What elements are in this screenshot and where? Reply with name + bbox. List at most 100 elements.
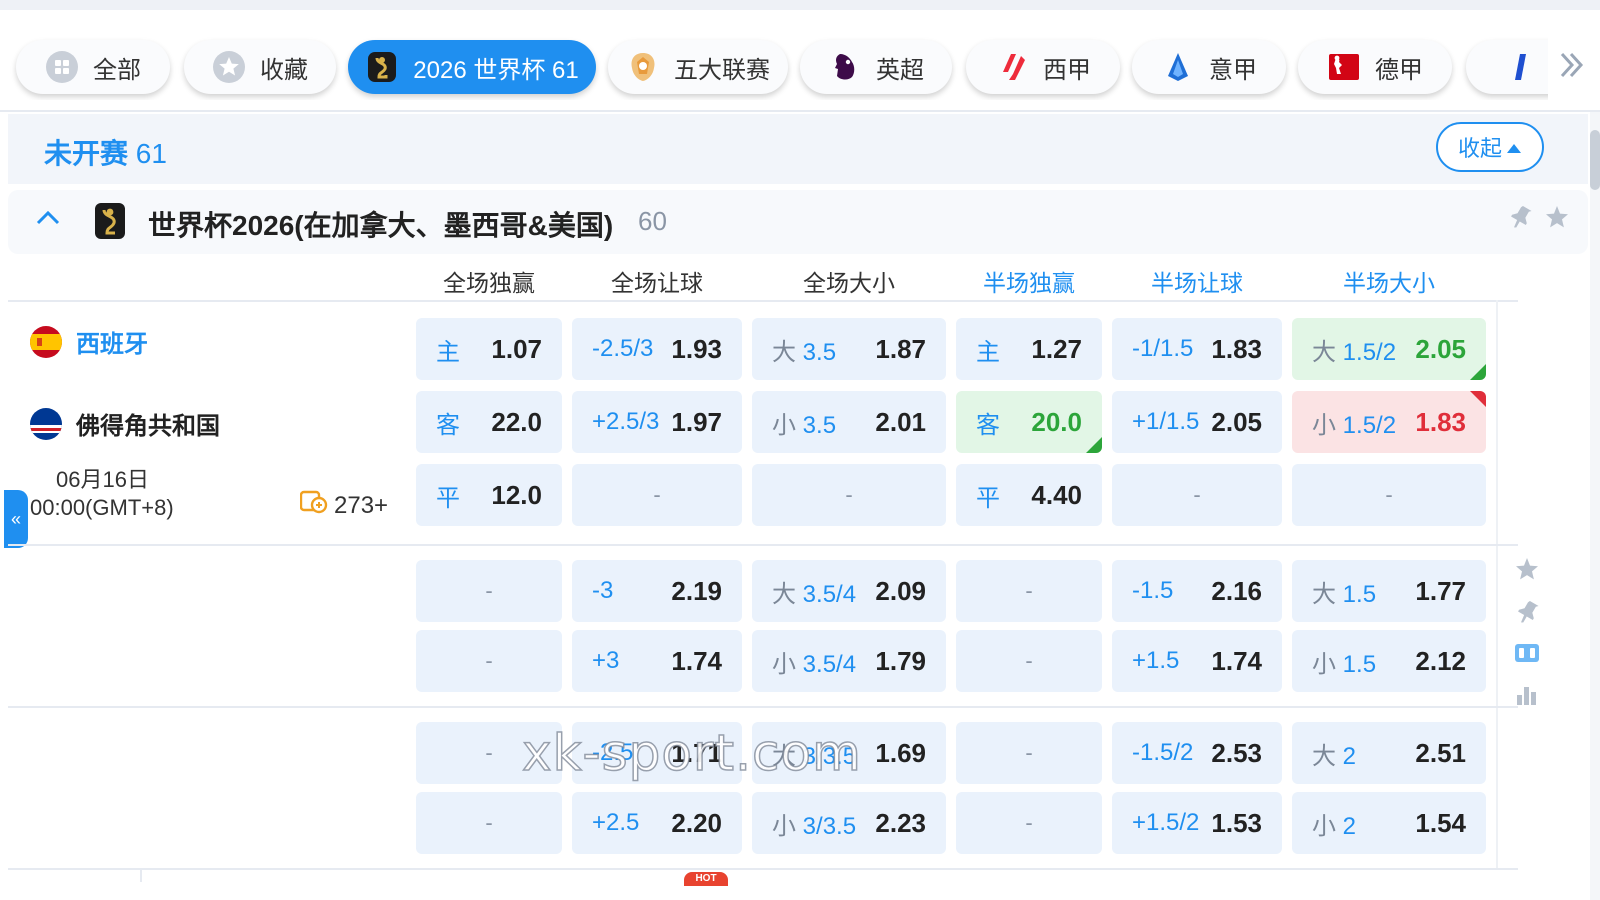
odds-value: 1.07 <box>491 333 542 364</box>
tab-bundesliga[interactable]: 德甲 <box>1298 40 1452 94</box>
odds-cell-ht-handicap[interactable]: +1.5 1.74 <box>1112 630 1282 692</box>
section-header-upcoming: 未开赛 61 收起 <box>8 114 1588 184</box>
odds-cell-ht-over-under[interactable]: 小 1.5/2 1.83 <box>1292 391 1486 453</box>
odds-cell-ht-1x2[interactable]: 平 4.40 <box>956 464 1102 526</box>
odds-cell-ft-handicap[interactable]: +2.5/3 1.97 <box>572 391 742 453</box>
odds-cell-ht-handicap[interactable]: +1/1.5 2.05 <box>1112 391 1282 453</box>
column-header-ft-handicap: 全场让球 <box>611 270 703 296</box>
divider <box>140 870 142 882</box>
odds-value: 2.12 <box>1415 645 1466 676</box>
scrollbar[interactable] <box>1590 112 1600 900</box>
odds-cell-ft-1x2[interactable]: 主 1.07 <box>416 318 562 380</box>
odds-label: +2.5/3 <box>592 408 660 435</box>
section-title: 未开赛 61 <box>44 132 167 172</box>
odds-value: 1.83 <box>1415 406 1466 437</box>
odds-cell-ht-handicap[interactable]: -1/1.5 1.83 <box>1112 318 1282 380</box>
odds-cell-ht-handicap[interactable]: -1.5 2.16 <box>1112 560 1282 622</box>
odds-cell-ft-1x2: - <box>416 560 562 622</box>
side-panel-toggle[interactable]: « <box>4 490 28 548</box>
away-team[interactable]: 佛得角共和国 <box>30 406 220 441</box>
tab-world-cup-2026[interactable]: 2026 世界杯 61 <box>348 40 596 94</box>
tab-all[interactable]: 全部 <box>16 40 170 94</box>
odds-cell-ht-over-under[interactable]: 小 1.5 2.12 <box>1292 630 1486 692</box>
pin-icon[interactable] <box>1508 204 1532 235</box>
odds-cell-ht-over-under[interactable]: 大 1.5/2 2.05 <box>1292 318 1486 380</box>
spain-flag-icon <box>30 325 62 358</box>
odds-value: 22.0 <box>491 406 542 437</box>
odds-cell-ft-1x2[interactable]: 平 12.0 <box>416 464 562 526</box>
match-date-time: 00:00(GMT+8) <box>30 495 174 520</box>
odds-cell-ht-handicap[interactable]: +1.5/2 1.53 <box>1112 792 1282 854</box>
odds-label: 小 3.5 <box>772 405 836 440</box>
tab-label: 2026 世界杯 61 <box>413 56 579 84</box>
odds-cell-ht-handicap[interactable]: -1.5/2 2.53 <box>1112 722 1282 784</box>
odds-value: 1.74 <box>671 645 722 676</box>
star-icon[interactable] <box>1514 556 1540 587</box>
odds-cell-ht-over-under[interactable]: 大 1.5 1.77 <box>1292 560 1486 622</box>
tab-label: 收藏 <box>260 56 308 84</box>
odds-cell-ht-1x2: - <box>956 630 1102 692</box>
chevron-up-icon[interactable] <box>34 204 62 239</box>
tab-serie-a[interactable]: 意甲 <box>1132 40 1286 94</box>
odds-cell-ht-over-under[interactable]: 小 2 1.54 <box>1292 792 1486 854</box>
pin-icon[interactable] <box>1515 599 1539 630</box>
odds-cell-ft-over-under[interactable]: 大 3.5/4 2.09 <box>752 560 946 622</box>
odds-label: -1.5 <box>1132 577 1174 604</box>
tab-five-leagues[interactable]: 五大联赛 <box>608 40 788 94</box>
odds-value: 1.53 <box>1211 807 1262 838</box>
more-markets-link[interactable]: 273+ <box>299 490 388 521</box>
odds-line: 1.5 <box>1342 580 1377 608</box>
star-icon[interactable] <box>1544 204 1570 235</box>
odds-cell-ft-over-under[interactable]: 小 3/3.5 2.23 <box>752 792 946 854</box>
empty-odds: - <box>485 648 493 673</box>
tab-favorites[interactable]: 收藏 <box>184 40 336 94</box>
home-team[interactable]: 西班牙 <box>30 324 148 359</box>
star-icon <box>212 50 246 84</box>
odds-value: 4.40 <box>1031 479 1082 510</box>
odds-cell-ft-1x2[interactable]: 客 22.0 <box>416 391 562 453</box>
empty-odds: - <box>845 482 853 507</box>
divider <box>8 544 1518 546</box>
odds-value: 1.83 <box>1211 333 1262 364</box>
odds-cell-ft-1x2: - <box>416 630 562 692</box>
odds-cell-ht-1x2[interactable]: 客 20.0 <box>956 391 1102 453</box>
odds-cell-ft-over-under[interactable]: 小 3.5 2.01 <box>752 391 946 453</box>
odds-value: 2.09 <box>875 575 926 606</box>
tab-ligue-1-partial[interactable] <box>1466 40 1548 94</box>
odds-label: -2.5/3 <box>592 335 654 362</box>
odds-cell-ft-handicap[interactable]: +3 1.74 <box>572 630 742 692</box>
bar-chart-icon[interactable] <box>1514 681 1540 712</box>
odds-value: 2.16 <box>1211 575 1262 606</box>
odds-label: 平 <box>976 484 1000 512</box>
odds-label: 大 1.5 <box>1312 574 1376 609</box>
odds-value: 20.0 <box>1031 406 1082 437</box>
odds-cell-ft-handicap[interactable]: -2.5/3 1.93 <box>572 318 742 380</box>
match-date: 06月16日 00:00(GMT+8) <box>30 466 174 522</box>
odds-cell-ht-1x2: - <box>956 722 1102 784</box>
odds-cell-ft-over-under[interactable]: 大 3.5 1.87 <box>752 318 946 380</box>
empty-odds: - <box>1193 482 1201 507</box>
odds-down-indicator <box>1470 391 1486 407</box>
odds-line: 2 <box>1342 812 1357 840</box>
scrollbar-thumb[interactable] <box>1590 130 1600 190</box>
double-chevron-right-icon[interactable] <box>1558 50 1586 86</box>
grid-icon <box>45 50 79 84</box>
odds-cell-ft-over-under[interactable]: 小 3.5/4 1.79 <box>752 630 946 692</box>
odds-cell-ft-handicap[interactable]: +2.5 2.20 <box>572 792 742 854</box>
match-date-day: 06月16日 <box>56 467 149 492</box>
odds-label: 大 3.5/4 <box>772 574 856 609</box>
empty-odds: - <box>1025 648 1033 673</box>
tab-premier-league[interactable]: 英超 <box>800 40 952 94</box>
league-header[interactable]: 世界杯2026(在加拿大、墨西哥&美国) 60 <box>8 190 1588 254</box>
tab-label: 意甲 <box>1209 56 1257 84</box>
odds-label: +3 <box>592 647 620 674</box>
odds-cell-ft-handicap[interactable]: -3 2.19 <box>572 560 742 622</box>
tab-laliga[interactable]: 西甲 <box>966 40 1120 94</box>
odds-value: 2.53 <box>1211 737 1262 768</box>
league-actions <box>1508 204 1570 235</box>
odds-cell-ht-1x2[interactable]: 主 1.27 <box>956 318 1102 380</box>
collapse-button[interactable]: 收起 <box>1436 122 1544 172</box>
odds-cell-ht-over-under[interactable]: 大 2 2.51 <box>1292 722 1486 784</box>
scoreboard-icon[interactable] <box>1514 642 1540 669</box>
empty-odds: - <box>1025 810 1033 835</box>
